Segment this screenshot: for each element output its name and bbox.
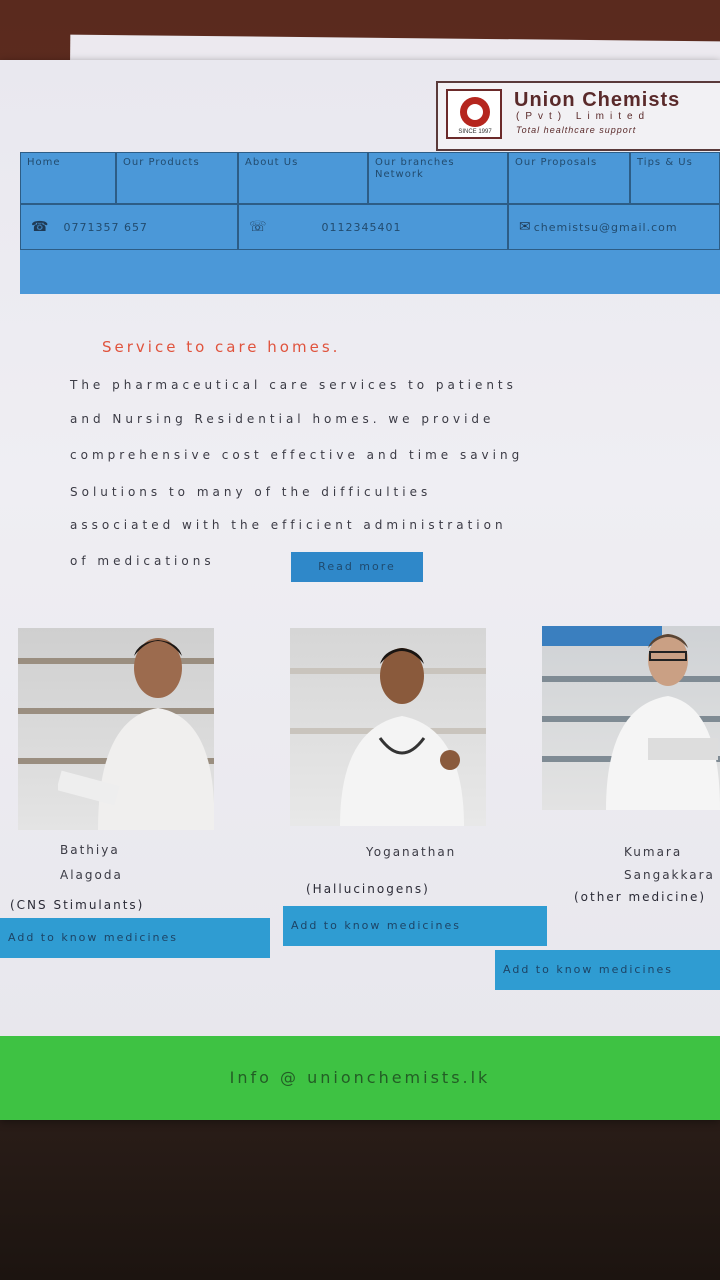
pharmacist-figure-2 — [340, 648, 464, 826]
service-text-line: and Nursing Residential homes. we provid… — [70, 412, 495, 426]
add-medicines-button-2[interactable]: Add to know medicines — [283, 906, 547, 946]
add-medicines-button-1[interactable]: Add to know medicines — [0, 918, 270, 958]
pharmacist-category-2: (Hallucinogens) — [306, 882, 430, 896]
fax-icon: ☏ — [249, 219, 268, 235]
phone-number: 0771357 657 — [63, 221, 148, 234]
navigation-bar: Home Our Products About Us Our branches … — [20, 152, 720, 294]
add-medicines-button-3[interactable]: Add to know medicines — [495, 950, 720, 990]
logo-name: Union Chemists — [514, 89, 681, 111]
logo-circle-icon — [460, 97, 490, 127]
service-text-line: of medications — [70, 554, 215, 568]
email-icon: ✉ — [519, 219, 532, 235]
company-logo[interactable]: SINCE 1997 Union Chemists (Pvt) Limited … — [436, 81, 720, 151]
nav-branches-network[interactable]: Our branches Network — [368, 152, 508, 204]
nav-our-products[interactable]: Our Products — [116, 152, 238, 204]
pharmacist-photo-3 — [542, 626, 720, 810]
fax-number: 0112345401 — [321, 221, 402, 234]
pharmacist-photo-2 — [290, 628, 486, 826]
email-address: chemistsu@gmail.com — [533, 221, 678, 234]
pharmacist-name-1: Bathiya — [60, 843, 120, 857]
pharmacist-name-2: Yoganathan — [366, 845, 457, 859]
pharmacist-figure-3 — [606, 634, 720, 810]
service-text-line: comprehensive cost effective and time sa… — [70, 448, 524, 462]
pharmacist-photo-1 — [18, 628, 214, 830]
logo-emblem: SINCE 1997 — [446, 89, 502, 139]
pharmacist-surname-3: Sangakkara — [624, 868, 715, 882]
nav-home[interactable]: Home — [20, 152, 116, 204]
pharmacist-category-1: (CNS Stimulants) — [10, 898, 145, 912]
logo-subtitle: (Pvt) Limited — [516, 111, 651, 122]
pharmacist-category-3: (other medicine) — [574, 890, 707, 904]
service-title: Service to care homes. — [102, 338, 341, 356]
phone-icon: ☎ — [31, 219, 50, 235]
service-text-line: associated with the efficient administra… — [70, 518, 507, 532]
service-text-line: The pharmaceutical care services to pati… — [70, 378, 517, 392]
table-shadow — [0, 1110, 720, 1280]
pharmacist-figure-1 — [58, 638, 214, 830]
contact-phone[interactable]: ☎ 0771357 657 — [20, 204, 238, 250]
nav-about-us[interactable]: About Us — [238, 152, 368, 204]
pharmacist-surname-1: Alagoda — [60, 868, 123, 882]
nav-tips[interactable]: Tips & Us — [630, 152, 720, 204]
contact-email[interactable]: ✉ chemistsu@gmail.com — [508, 204, 720, 250]
footer-email[interactable]: Info @ unionchemists.lk — [0, 1036, 720, 1120]
read-more-button[interactable]: Read more — [291, 552, 423, 582]
nav-our-proposals[interactable]: Our Proposals — [508, 152, 630, 204]
pharmacist-name-3: Kumara — [624, 845, 683, 859]
logo-tagline: Total healthcare support — [516, 125, 637, 135]
service-text-line: Solutions to many of the difficulties — [70, 485, 432, 499]
contact-fax[interactable]: ☏ 0112345401 — [238, 204, 508, 250]
logo-since: SINCE 1997 — [458, 129, 492, 135]
